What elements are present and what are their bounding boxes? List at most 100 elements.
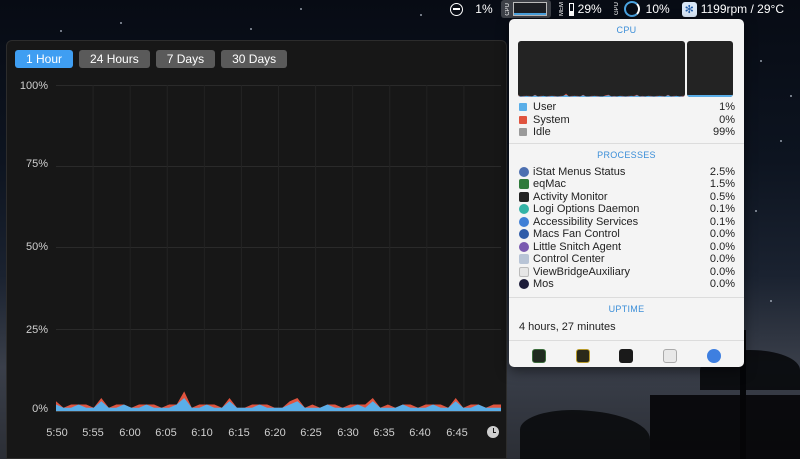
system-info-button-icon[interactable] [663,348,678,363]
quick-launch-bar [509,341,744,368]
menubar-percent: 1% [475,2,493,16]
legend-value: 99% [712,126,735,139]
process-name: Macs Fan Control [533,228,620,241]
process-row[interactable]: Mos 0.0% [519,278,735,291]
process-row[interactable]: Logi Options Daemon 0.1% [519,203,735,216]
process-name: Control Center [533,253,605,266]
x-tick-label: 6:20 [264,427,286,439]
cpu-dropdown-panel: CPU User 1% System 0% Idle 99% PROCESSES [509,19,744,367]
time-range-tabs: 1 Hour 24 Hours 7 Days 30 Days [15,50,288,68]
process-value: 0.0% [709,253,735,266]
menubar-cpu-item[interactable]: CPU [500,0,551,18]
process-name: ViewBridgeAuxiliary [533,265,631,278]
process-name: Accessibility Services [533,215,639,228]
legend-label: System [533,113,570,126]
legend-row-system: System 0% [519,114,735,127]
activity-monitor-button-icon[interactable] [531,348,546,363]
x-tick-label: 6:00 [119,427,141,439]
cpu-core-graph [687,41,733,97]
y-tick-label: 25% [25,324,48,336]
process-value: 1.5% [709,178,735,191]
uptime-value: 4 hours, 27 minutes [519,320,616,333]
fan-text: 1199rpm / 29°C [700,2,784,16]
cpu-usage-graph [518,41,685,97]
cpu-history-chart [56,85,501,411]
do-not-disturb-icon [450,2,464,16]
process-row[interactable]: Activity Monitor 0.5% [519,191,735,204]
legend-value: 0% [719,113,735,126]
system-swatch [519,115,527,124]
gpu-mini-label: GPU [613,2,620,16]
eqmac-icon [519,179,529,190]
process-row[interactable]: Macs Fan Control 0.0% [519,228,735,241]
process-row[interactable]: Accessibility Services 0.1% [519,216,735,229]
core-usage-bar [687,95,733,97]
x-tick-label: 6:10 [191,427,213,439]
fan-icon: ✻ [681,1,697,17]
menubar-memory-item[interactable]: MEM 29% [555,0,606,18]
memory-mini-label: MEM [558,2,565,16]
process-name: Mos [533,278,554,291]
process-value: 0.0% [709,240,735,253]
x-tick-label: 5:55 [82,427,104,439]
mos-icon [519,279,529,290]
tab-1-hour[interactable]: 1 Hour [15,50,74,68]
processes-section-title: PROCESSES [597,149,656,160]
little-snitch-icon [519,241,529,252]
cpu-legend: User 1% System 0% Idle 99% [509,97,744,143]
viewbridge-icon [519,266,529,277]
terminal-button-icon[interactable] [619,348,634,363]
process-value: 0.1% [709,215,735,228]
user-swatch [519,103,527,112]
activity-monitor-icon [519,191,529,202]
idle-swatch [519,128,527,137]
baseline [56,411,501,412]
cpu-mini-graph [512,2,547,16]
y-tick-label: 75% [25,158,48,170]
istat-settings-button-icon[interactable] [707,348,722,363]
process-value: 0.0% [709,265,735,278]
process-name: Activity Monitor [533,190,608,203]
macs-fan-control-icon [519,229,529,240]
process-name: Logi Options Daemon [533,203,640,216]
process-row[interactable]: iStat Menus Status 2.5% [519,166,735,179]
process-row[interactable]: ViewBridgeAuxiliary 0.0% [519,266,735,279]
tab-7-days[interactable]: 7 Days [155,50,216,68]
istat-menus-icon [519,166,529,177]
clock-icon[interactable] [487,426,499,438]
legend-row-user: User 1% [519,101,735,114]
y-tick-label: 50% [25,241,48,253]
process-value: 0.0% [709,228,735,241]
x-tick-label: 6:40 [409,427,431,439]
tab-24-hours[interactable]: 24 Hours [79,50,150,68]
cpu-usage-graph-svg [518,93,685,97]
y-tick-label: 0% [32,403,48,415]
process-row[interactable]: eqMac 1.5% [519,178,735,191]
gpu-value: 10% [645,2,670,16]
logi-options-icon [519,204,529,215]
menu-bar: 1% CPU MEM 29% GPU 10% ✻ 1199rpm / 29°C [0,0,800,18]
menubar-gpu-item[interactable]: GPU 10% [610,0,674,18]
x-tick-label: 6:05 [155,427,177,439]
menubar-fan-item[interactable]: ✻ 1199rpm / 29°C [678,0,788,18]
process-row[interactable]: Control Center 0.0% [519,253,735,266]
legend-label: User [533,101,557,114]
gpu-ring-icon [623,1,640,17]
process-value: 2.5% [709,165,735,178]
memory-value: 29% [577,2,602,16]
y-tick-label: 100% [19,80,48,92]
process-value: 0.5% [709,190,735,203]
tab-30-days[interactable]: 30 Days [221,50,288,68]
x-tick-label: 6:15 [228,427,250,439]
cpu-core-graph-svg [687,95,733,97]
memory-bar-icon [568,2,574,16]
process-list: iStat Menus Status 2.5% eqMac 1.5% Activ… [509,166,744,297]
menubar-focus-item[interactable]: 1% [446,0,496,18]
x-tick-label: 6:35 [373,427,395,439]
accessibility-icon [519,216,529,227]
console-button-icon[interactable] [575,348,590,363]
control-center-icon [519,254,529,265]
x-tick-label: 6:45 [446,427,468,439]
legend-value: 1% [719,101,735,114]
process-row[interactable]: Little Snitch Agent 0.0% [519,241,735,254]
